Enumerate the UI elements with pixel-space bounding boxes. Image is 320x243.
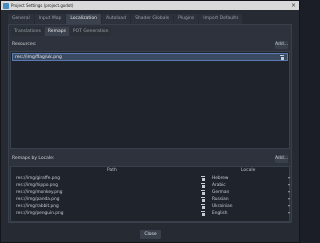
- tab-import-defaults[interactable]: Import Defaults: [199, 14, 243, 24]
- tab-general[interactable]: General: [8, 14, 34, 24]
- trash-icon[interactable]: [201, 204, 205, 209]
- remaps-label: Remaps by Locale:: [12, 156, 55, 161]
- table-row[interactable]: res://img/monkey.png German ▾: [11, 189, 290, 196]
- locale-select[interactable]: English: [212, 211, 228, 216]
- column-path: Path: [107, 168, 117, 173]
- remap-path: res://img/hippo.png: [16, 183, 58, 188]
- chevron-down-icon[interactable]: ▾: [288, 175, 290, 180]
- remap-path: res://img/panda.png: [16, 197, 60, 202]
- localization-panel: Translations Remaps POT Generation Resou…: [8, 24, 292, 223]
- remap-path: res://img/giraffe.png: [16, 176, 60, 181]
- chevron-down-icon[interactable]: ▾: [288, 210, 290, 215]
- locale-select[interactable]: Hebrew: [212, 176, 228, 181]
- table-row[interactable]: res://img/giraffe.png Hebrew ▾: [11, 175, 290, 182]
- close-button[interactable]: Close: [140, 230, 161, 239]
- locale-select[interactable]: German: [212, 190, 229, 195]
- trash-icon[interactable]: [201, 176, 205, 181]
- title-bar[interactable]: Project Settings (project.godot) ×: [1, 1, 299, 10]
- tab-shader-globals[interactable]: Shader Globals: [131, 14, 174, 24]
- resource-path: res://img/flag/uk.png: [15, 54, 62, 60]
- window-title: Project Settings (project.godot): [11, 3, 74, 8]
- resources-label: Resources:: [12, 42, 37, 47]
- trash-icon[interactable]: [201, 197, 205, 202]
- table-row[interactable]: res://img/penguin.png English ▾: [11, 210, 290, 217]
- locale-select[interactable]: Russian: [212, 197, 229, 202]
- chevron-down-icon[interactable]: ▾: [288, 196, 290, 201]
- remap-path: res://img/penguin.png: [16, 211, 64, 216]
- table-row[interactable]: res://img/rabbit.png Ukrainian ▾: [11, 203, 290, 210]
- tab-plugins[interactable]: Plugins: [174, 14, 199, 24]
- tab-translations[interactable]: Translations: [11, 27, 44, 36]
- add-remap-button[interactable]: Add...: [275, 155, 288, 163]
- godot-icon: [3, 2, 9, 9]
- project-settings-window: Project Settings (project.godot) × Gener…: [0, 0, 300, 243]
- tab-remaps[interactable]: Remaps: [44, 27, 69, 36]
- tab-autoload[interactable]: Autoload: [101, 14, 131, 24]
- tab-pot-generation[interactable]: POT Generation: [69, 27, 112, 36]
- trash-icon[interactable]: [280, 55, 284, 60]
- tab-localization[interactable]: Localization: [66, 14, 101, 24]
- chevron-down-icon[interactable]: ▾: [288, 189, 290, 194]
- remaps-table: Path Locale res://img/giraffe.png Hebrew…: [10, 166, 290, 222]
- column-locale: Locale: [241, 168, 256, 173]
- trash-icon[interactable]: [201, 211, 205, 216]
- locale-select[interactable]: Arabic: [212, 183, 226, 188]
- close-icon[interactable]: ×: [291, 2, 296, 9]
- table-row[interactable]: res://img/hippo.png Arabic ▾: [11, 182, 290, 189]
- chevron-down-icon[interactable]: ▾: [288, 182, 290, 187]
- chevron-down-icon[interactable]: ▾: [288, 203, 290, 208]
- list-item[interactable]: res://img/flag/uk.png: [12, 53, 288, 61]
- remap-path: res://img/rabbit.png: [16, 204, 59, 209]
- add-resource-button[interactable]: Add...: [275, 41, 288, 49]
- remap-path: res://img/monkey.png: [16, 190, 63, 195]
- locale-select[interactable]: Ukrainian: [212, 204, 233, 209]
- table-header: Path Locale: [11, 167, 289, 175]
- tab-input-map[interactable]: Input Map: [34, 14, 66, 24]
- main-tabs: General Input Map Localization Autoload …: [8, 14, 292, 24]
- localization-subtabs: Translations Remaps POT Generation: [11, 27, 112, 36]
- trash-icon[interactable]: [201, 190, 205, 195]
- trash-icon[interactable]: [201, 183, 205, 188]
- table-row[interactable]: res://img/panda.png Russian ▾: [11, 196, 290, 203]
- resources-list: res://img/flag/uk.png: [10, 51, 290, 149]
